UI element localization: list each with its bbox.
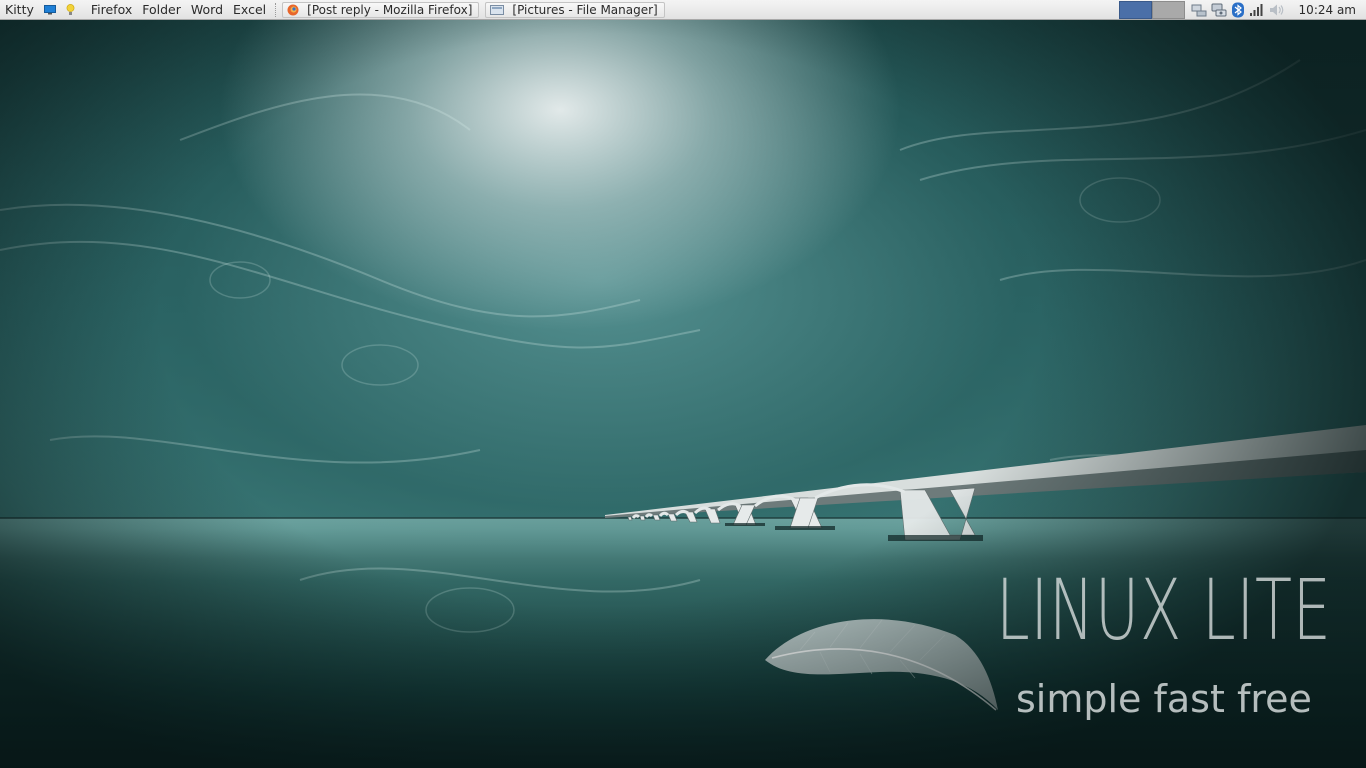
desktop-icon	[43, 4, 56, 14]
tray-network-2[interactable]	[1211, 3, 1227, 17]
firefox-icon	[287, 4, 299, 15]
firefox-launcher[interactable]: Firefox	[86, 0, 137, 20]
task-label: [Post reply - Mozilla Firefox]	[307, 2, 473, 17]
tray-network-1[interactable]	[1191, 3, 1207, 17]
excel-launcher[interactable]: Excel	[228, 0, 271, 20]
panel-separator	[275, 2, 278, 17]
volume-muted-icon	[1269, 4, 1283, 15]
bluetooth-icon	[1231, 2, 1244, 17]
folder-launcher[interactable]: Folder	[137, 0, 186, 20]
tray-volume[interactable]	[1269, 3, 1287, 17]
kitty-menu-button[interactable]: Kitty	[0, 0, 39, 20]
show-desktop-button[interactable]	[39, 0, 61, 20]
tray-signal[interactable]	[1249, 3, 1265, 17]
workspace-2[interactable]	[1151, 0, 1185, 19]
clock[interactable]: 10:24 am	[1289, 3, 1366, 17]
file-manager-icon	[490, 5, 505, 15]
tray-bluetooth[interactable]	[1231, 2, 1245, 18]
task-file-manager-pictures[interactable]: [Pictures - File Manager]	[485, 1, 665, 18]
word-launcher[interactable]: Word	[186, 0, 228, 20]
bulb-launcher-button[interactable]	[61, 0, 80, 20]
task-firefox-post-reply[interactable]: [Post reply - Mozilla Firefox]	[282, 1, 480, 18]
task-label: [Pictures - File Manager]	[512, 2, 658, 17]
desktop-wallpaper: LINUX LITE simple fast free	[0, 20, 1366, 768]
workspace-1[interactable]	[1118, 0, 1152, 19]
top-panel: Kitty Firefox Folder Word Excel [Post re…	[0, 0, 1366, 20]
bulb-icon	[66, 3, 75, 15]
signal-strength-icon	[1249, 3, 1263, 16]
network-wired-icon-2	[1211, 3, 1227, 16]
wallpaper-vignette	[0, 20, 1366, 768]
network-wired-icon	[1191, 4, 1207, 16]
